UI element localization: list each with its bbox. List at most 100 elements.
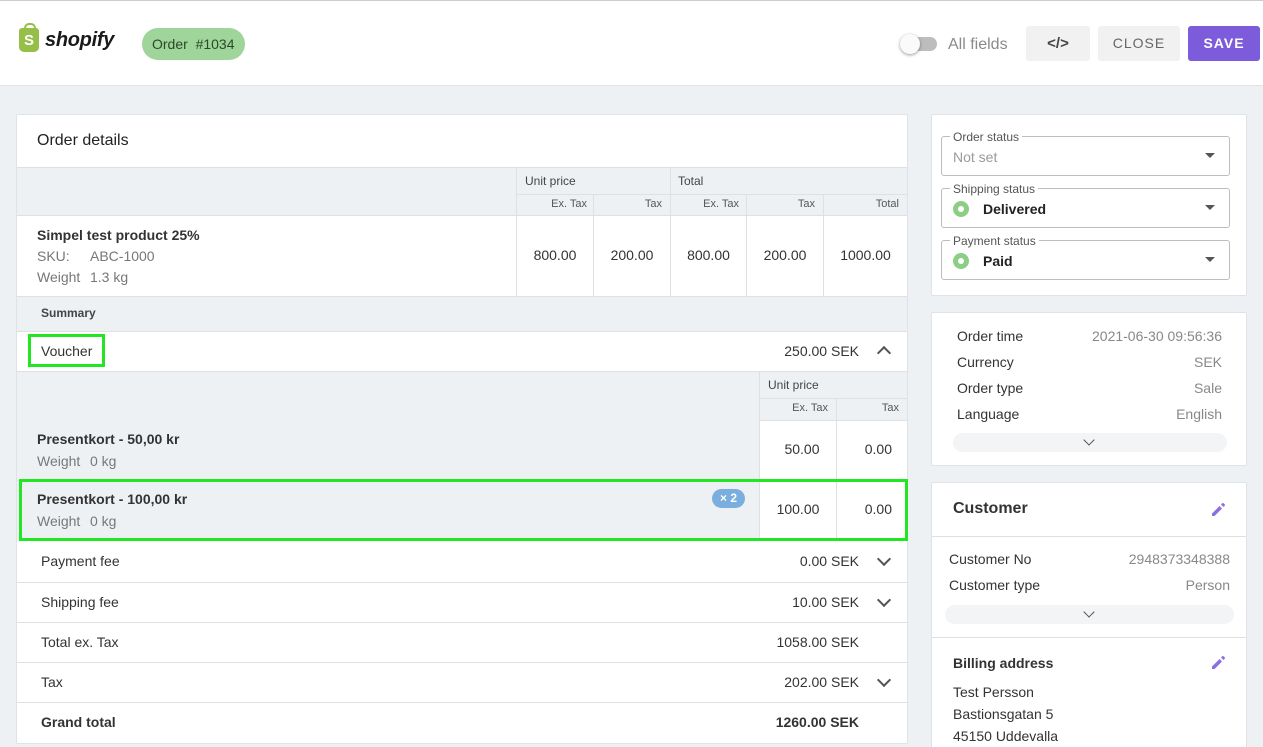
order-type-key: Order type (957, 380, 1024, 396)
chevron-down-icon[interactable] (876, 551, 892, 567)
dropdown-caret-icon (1205, 205, 1215, 210)
customer-type-key: Customer type (949, 577, 1041, 593)
product-total: 1000.00 (840, 247, 891, 263)
save-button[interactable]: SAVE (1188, 26, 1260, 61)
divider (932, 637, 1246, 638)
divider (17, 662, 907, 663)
unit-tax-header: Tax (644, 198, 662, 210)
total-total-header: Total (875, 198, 899, 210)
total-ex-tax-header: Ex. Tax (703, 198, 739, 210)
order-time-value: 2021-06-30 09:56:36 (1092, 328, 1222, 344)
divider (17, 371, 907, 372)
voucher-item-weight-label: Weight (37, 453, 81, 469)
code-icon: </> (1047, 35, 1069, 52)
product-total-tax: 200.00 (763, 247, 807, 263)
voucher-item-ex-tax: 50.00 (784, 441, 820, 457)
status-dot-icon (953, 201, 969, 217)
grand-total-label: Grand total (41, 714, 116, 730)
all-fields-toggle[interactable] (900, 34, 937, 54)
divider (517, 194, 907, 195)
voucher-item-name: Presentkort - 50,00 kr (37, 431, 180, 447)
order-info-panel: Order time 2021-06-30 09:56:36 Currency … (931, 312, 1247, 466)
divider (17, 296, 907, 297)
shipping-status-select[interactable]: Shipping status Delivered (941, 182, 1230, 228)
order-number-chip: Order #1034 (142, 28, 245, 60)
dropdown-caret-icon (1205, 153, 1215, 158)
payment-status-select[interactable]: Payment status Paid (941, 234, 1230, 280)
logo-text: shopify (45, 28, 115, 51)
order-time-key: Order time (957, 328, 1024, 344)
summary-header-band (17, 296, 907, 331)
tax-value: 202.00 SEK (784, 674, 859, 690)
grand-total-value: 1260.00 SEK (775, 714, 859, 730)
voucher-item-weight-value: 0 kg (90, 453, 117, 469)
total-header: Total (678, 174, 704, 188)
divider (17, 582, 907, 583)
product-name: Simpel test product 25% (37, 227, 200, 243)
expand-info-button[interactable] (953, 433, 1227, 452)
product-weight-label: Weight (37, 269, 81, 285)
logo-glyph: S (23, 31, 34, 49)
status-panel: Order status Not set Shipping status Del… (931, 114, 1247, 296)
customer-title: Customer (953, 500, 1028, 517)
voucher-item-tax: 0.00 (864, 441, 892, 457)
unit-ex-tax-header: Ex. Tax (551, 198, 587, 210)
tax-label: Tax (41, 674, 63, 690)
voucher-unit-price-header: Unit price (768, 378, 819, 392)
divider (17, 702, 907, 703)
currency-key: Currency (957, 354, 1014, 370)
chevron-down-icon[interactable] (876, 592, 892, 608)
divider (932, 536, 1246, 537)
chevron-down-icon[interactable] (876, 672, 892, 688)
chevron-up-icon[interactable] (876, 345, 892, 361)
dropdown-caret-icon (1205, 257, 1215, 262)
close-button[interactable]: CLOSE (1098, 26, 1180, 61)
expand-customer-button[interactable] (945, 605, 1234, 624)
customer-type-value: Person (1185, 577, 1230, 593)
status-dot-icon (953, 253, 969, 269)
divider (17, 215, 907, 216)
payment-fee-value: 0.00 SEK (799, 553, 859, 569)
code-view-button[interactable]: </> (1026, 26, 1090, 61)
divider (17, 167, 907, 168)
total-tax-header: Tax (797, 198, 815, 210)
order-type-value: Sale (1193, 380, 1222, 396)
payment-fee-label: Payment fee (41, 553, 120, 569)
payment-status-label: Payment status (950, 234, 1039, 248)
product-sku-value: ABC-1000 (90, 248, 155, 264)
shopify-bag-icon: S (19, 23, 39, 52)
toggle-knob[interactable] (900, 34, 920, 54)
shipping-fee-value: 10.00 SEK (792, 594, 859, 610)
top-bar: S shopify Order #1034 All fields </> CLO… (0, 0, 1263, 86)
divider (760, 398, 907, 399)
voucher-amount: 250.00 SEK (784, 343, 859, 359)
edit-billing-pencil-icon[interactable] (1210, 655, 1226, 671)
billing-line: Test Persson (953, 684, 1034, 700)
shopify-logo: S shopify (19, 23, 115, 52)
order-status-label: Order status (950, 130, 1023, 144)
language-value: English (1176, 406, 1222, 422)
billing-address-title: Billing address (953, 655, 1054, 671)
voucher-highlight (28, 334, 105, 367)
voucher-item-row (17, 420, 759, 480)
voucher-tax-header: Tax (881, 402, 899, 414)
voucher-item-highlight (19, 479, 908, 541)
payment-status-value: Paid (983, 253, 1013, 269)
voucher-ex-tax-header: Ex. Tax (792, 402, 828, 414)
total-ex-tax-label: Total ex. Tax (41, 634, 119, 650)
product-weight-value: 1.3 kg (90, 269, 129, 285)
shipping-status-value: Delivered (983, 201, 1047, 217)
chevron-down-icon (1083, 606, 1095, 618)
product-unit-ex-tax: 800.00 (533, 247, 577, 263)
customer-panel: Customer Customer No 2948373348388 Custo… (931, 482, 1247, 747)
billing-line: 45150 Uddevalla (953, 728, 1059, 744)
edit-customer-pencil-icon[interactable] (1210, 502, 1226, 518)
billing-line: Bastionsgatan 5 (953, 706, 1054, 722)
summary-label: Summary (41, 306, 96, 320)
product-sku-label: SKU: (37, 248, 70, 264)
shipping-status-label: Shipping status (950, 182, 1039, 196)
language-key: Language (957, 406, 1020, 422)
product-unit-tax: 200.00 (610, 247, 654, 263)
order-status-select[interactable]: Order status Not set (941, 130, 1230, 176)
divider (17, 331, 907, 332)
